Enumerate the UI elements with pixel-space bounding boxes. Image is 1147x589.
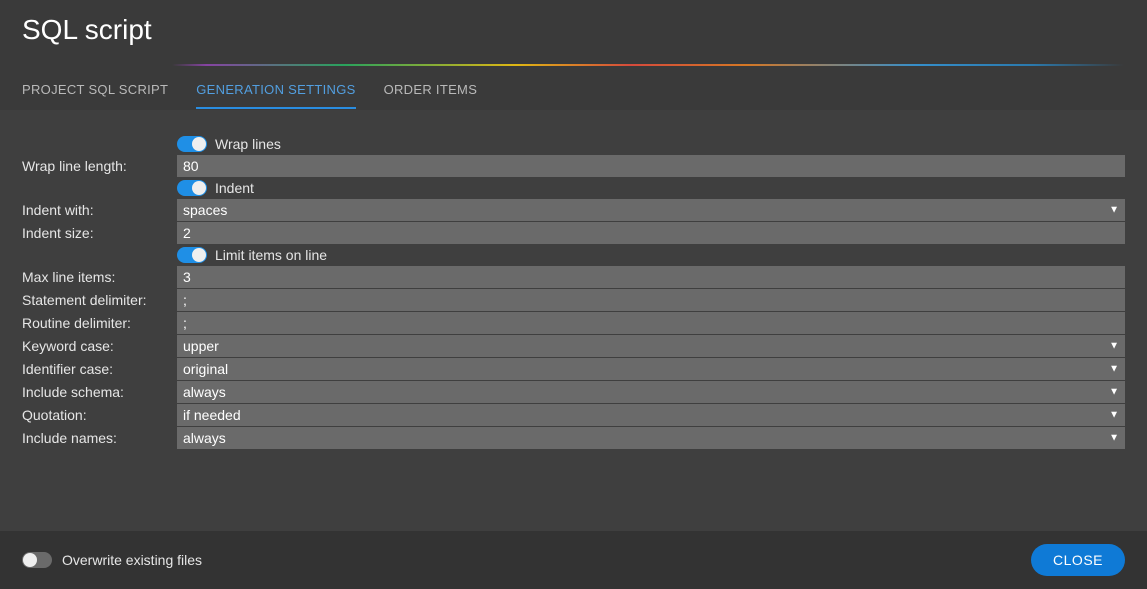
indent-label: Indent [215, 180, 254, 196]
dialog-window: SQL script PROJECT SQL SCRIPT GENERATION… [0, 0, 1147, 589]
include-schema-label: Include schema: [22, 381, 177, 403]
footer: Overwrite existing files CLOSE [0, 531, 1147, 589]
settings-panel: Wrap lines Wrap line length: Indent Inde… [0, 110, 1147, 531]
routine-delimiter-input[interactable] [177, 312, 1125, 334]
tab-project-sql-script[interactable]: PROJECT SQL SCRIPT [22, 76, 168, 109]
limit-items-toggle[interactable] [177, 247, 207, 263]
settings-form: Wrap lines Wrap line length: Indent Inde… [22, 134, 1125, 449]
overwrite-label: Overwrite existing files [62, 552, 202, 568]
statement-delimiter-input[interactable] [177, 289, 1125, 311]
wrap-line-length-input[interactable] [177, 155, 1125, 177]
tab-generation-settings[interactable]: GENERATION SETTINGS [196, 76, 355, 109]
wrap-lines-label: Wrap lines [215, 136, 281, 152]
tab-order-items[interactable]: ORDER ITEMS [384, 76, 478, 109]
routine-delimiter-label: Routine delimiter: [22, 312, 177, 334]
quotation-label: Quotation: [22, 404, 177, 426]
tab-bar: PROJECT SQL SCRIPT GENERATION SETTINGS O… [0, 66, 1147, 110]
keyword-case-select[interactable]: upper [177, 335, 1125, 357]
titlebar: SQL script [0, 0, 1147, 64]
statement-delimiter-label: Statement delimiter: [22, 289, 177, 311]
overwrite-toggle[interactable] [22, 552, 52, 568]
indent-size-input[interactable] [177, 222, 1125, 244]
dialog-title: SQL script [22, 14, 1125, 46]
wrap-lines-toggle[interactable] [177, 136, 207, 152]
max-line-items-input[interactable] [177, 266, 1125, 288]
include-schema-select[interactable]: always [177, 381, 1125, 403]
identifier-case-label: Identifier case: [22, 358, 177, 380]
indent-toggle[interactable] [177, 180, 207, 196]
indent-with-select[interactable]: spaces [177, 199, 1125, 221]
accent-divider [0, 64, 1147, 66]
close-button[interactable]: CLOSE [1031, 544, 1125, 576]
include-names-select[interactable]: always [177, 427, 1125, 449]
quotation-select[interactable]: if needed [177, 404, 1125, 426]
indent-with-label: Indent with: [22, 199, 177, 221]
keyword-case-label: Keyword case: [22, 335, 177, 357]
max-line-items-label: Max line items: [22, 266, 177, 288]
include-names-label: Include names: [22, 427, 177, 449]
limit-items-label: Limit items on line [215, 247, 327, 263]
wrap-line-length-label: Wrap line length: [22, 155, 177, 177]
indent-size-label: Indent size: [22, 222, 177, 244]
identifier-case-select[interactable]: original [177, 358, 1125, 380]
